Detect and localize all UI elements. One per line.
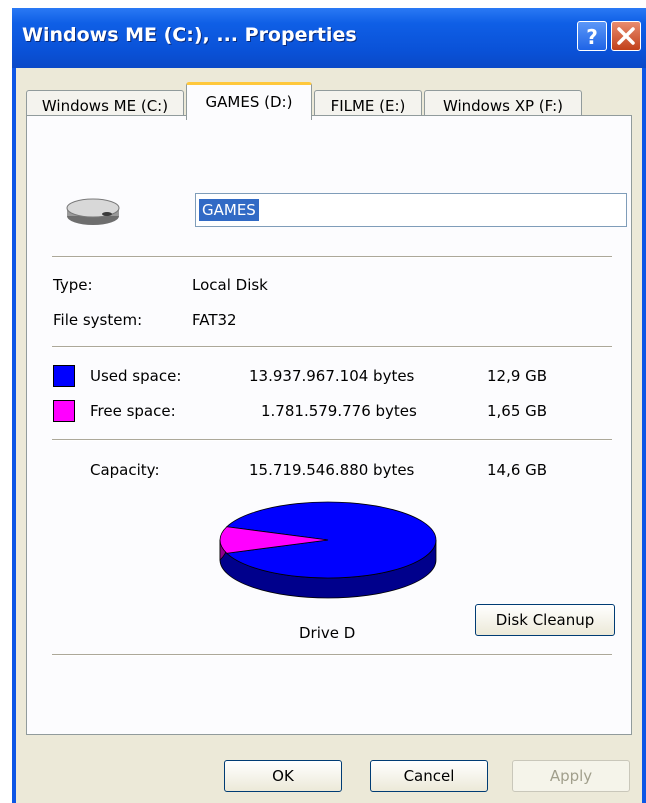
close-button[interactable] xyxy=(611,21,641,51)
general-panel: GAMES Type: Local Disk File system: FAT3… xyxy=(26,115,632,735)
apply-label: Apply xyxy=(549,767,593,785)
help-icon: ? xyxy=(586,25,598,49)
type-label: Type: xyxy=(53,276,93,294)
separator xyxy=(52,256,612,258)
used-space-gb: 12,9 GB xyxy=(487,367,548,385)
tab-label: FILME (E:) xyxy=(330,97,406,115)
dialog-client: Windows ME (C:) GAMES (D:) FILME (E:) Wi… xyxy=(16,68,642,803)
tab-games[interactable]: GAMES (D:) xyxy=(186,82,312,120)
disk-cleanup-label: Disk Cleanup xyxy=(495,611,595,629)
filesystem-value: FAT32 xyxy=(192,311,237,329)
tab-strip: Windows ME (C:) GAMES (D:) FILME (E:) Wi… xyxy=(26,78,626,120)
tab-label: Windows XP (F:) xyxy=(442,97,564,115)
capacity-label: Capacity: xyxy=(90,461,160,479)
free-space-bytes: 1.781.579.776 bytes xyxy=(261,402,417,420)
close-icon xyxy=(617,27,635,45)
used-space-swatch xyxy=(53,365,75,387)
separator xyxy=(52,439,612,441)
window-title: Windows ME (C:), ... Properties xyxy=(22,24,357,46)
hard-drive-icon xyxy=(66,198,120,225)
type-value: Local Disk xyxy=(192,276,268,294)
drive-label: Drive D xyxy=(299,624,356,642)
help-button[interactable]: ? xyxy=(577,21,607,51)
svg-text:?: ? xyxy=(586,25,598,49)
tab-label: GAMES (D:) xyxy=(205,93,293,111)
free-space-label: Free space: xyxy=(90,402,176,420)
cancel-label: Cancel xyxy=(403,767,455,785)
ok-label: OK xyxy=(272,767,294,785)
filesystem-label: File system: xyxy=(53,311,143,329)
drive-name-text: GAMES xyxy=(199,199,259,221)
separator xyxy=(52,346,612,348)
capacity-bytes: 15.719.546.880 bytes xyxy=(249,461,415,479)
used-space-bytes: 13.937.967.104 bytes xyxy=(249,367,415,385)
apply-button[interactable]: Apply xyxy=(512,760,630,792)
used-space-label: Used space: xyxy=(90,367,182,385)
ok-button[interactable]: OK xyxy=(224,760,342,792)
capacity-gb: 14,6 GB xyxy=(487,461,548,479)
disk-usage-pie-chart xyxy=(219,501,437,599)
disk-cleanup-button[interactable]: Disk Cleanup xyxy=(475,604,615,636)
free-space-swatch xyxy=(53,400,75,422)
title-bar[interactable]: Windows ME (C:), ... Properties ? xyxy=(12,8,646,68)
cancel-button[interactable]: Cancel xyxy=(370,760,488,792)
free-space-gb: 1,65 GB xyxy=(487,402,548,420)
properties-window: Windows ME (C:), ... Properties ? Window… xyxy=(12,8,646,803)
tab-label: Windows ME (C:) xyxy=(41,97,169,115)
drive-name-input[interactable]: GAMES xyxy=(195,193,627,227)
separator xyxy=(52,654,612,656)
